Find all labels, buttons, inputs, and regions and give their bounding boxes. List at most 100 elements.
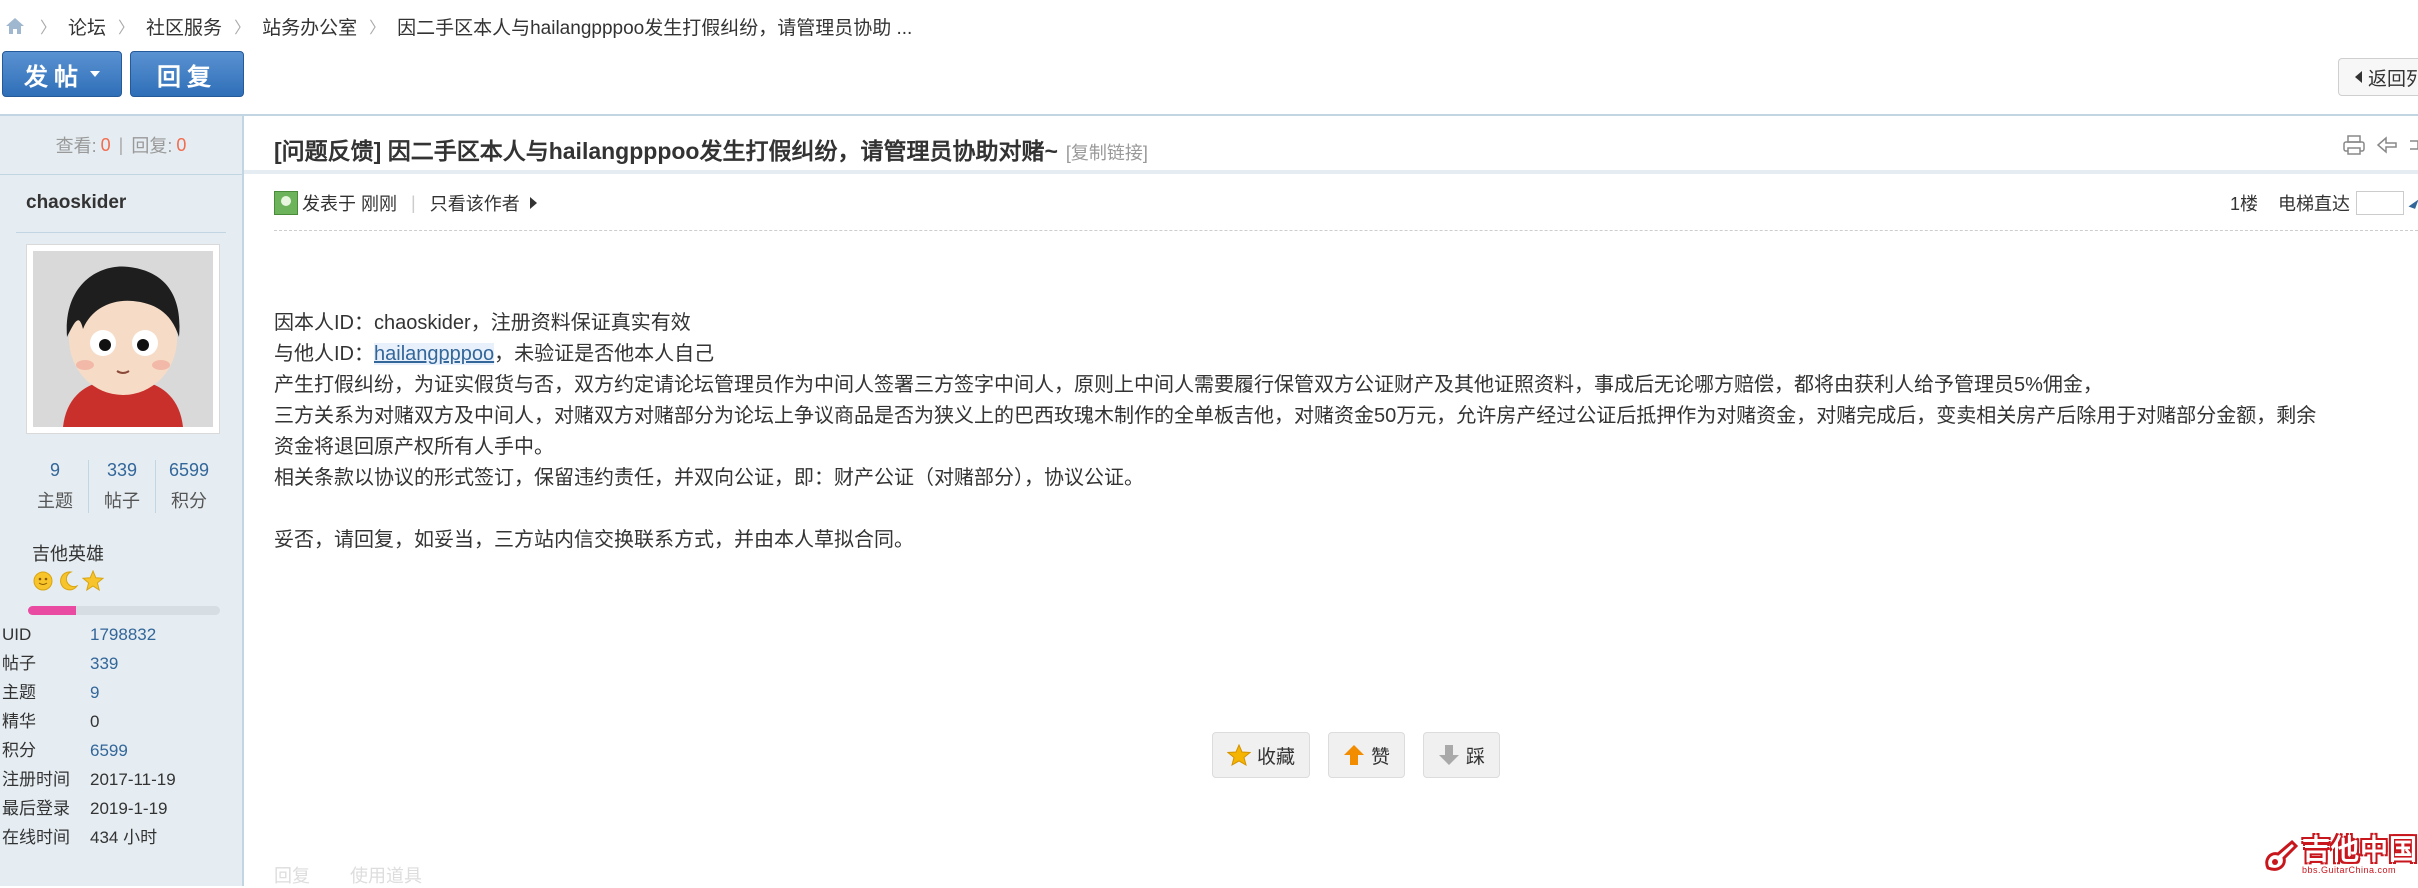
posted-time: 刚刚: [361, 194, 398, 214]
online-user-icon: [274, 191, 298, 215]
user-mention-link[interactable]: hailangpppoo: [374, 343, 495, 365]
breadcrumb-item-community[interactable]: 社区服务: [146, 13, 222, 40]
level-progress-bar: [28, 606, 220, 615]
meta-divider: [274, 230, 2418, 231]
info-row-uid: UID 1798832: [2, 620, 176, 649]
content-line: 资金将退回原产权所有人手中。: [274, 436, 554, 458]
content-line: 三方关系为对赌双方及中间人，对赌双方对赌部分为论坛上争议商品是否为狭义上的巴西玫…: [274, 405, 2317, 427]
content-gap: [274, 494, 2316, 525]
count-credits-label: 积分: [171, 491, 207, 511]
count-topics-value: 9: [49, 460, 60, 480]
meta-separator: |: [411, 192, 416, 213]
breadcrumb-item-office[interactable]: 站务办公室: [262, 13, 357, 40]
count-credits[interactable]: 6599 积分: [155, 460, 222, 513]
info-key: 精华: [2, 712, 36, 731]
dislike-label: 踩: [1466, 746, 1486, 768]
next-thread-icon[interactable]: [2408, 135, 2418, 155]
faded-reply[interactable]: 回复: [274, 862, 310, 888]
count-topics[interactable]: 9 主题: [22, 460, 88, 513]
post-actions: 收藏 赞 踩: [1212, 732, 1501, 778]
back-button[interactable]: 返回列: [2338, 58, 2418, 96]
post-meta: 发表于 刚刚 | 只看该作者: [274, 190, 537, 216]
thread-stats: 查看: 0 | 回复: 0: [0, 116, 242, 175]
faded-post-footer: 回复 使用道具: [274, 862, 422, 888]
copy-link-button[interactable]: [复制链接]: [1066, 143, 1148, 163]
reply-button[interactable]: 回复: [130, 51, 244, 97]
info-value[interactable]: 6599: [90, 736, 128, 765]
post-top-divider: [0, 114, 2418, 116]
views-label: 查看:: [55, 136, 97, 156]
info-row-topics: 主题 9: [2, 678, 176, 707]
info-row-credits: 积分 6599: [2, 736, 176, 765]
only-author-link[interactable]: 只看该作者: [430, 190, 520, 216]
info-value[interactable]: 1798832: [90, 620, 156, 649]
post-title: [问题反馈] 因二手区本人与hailangpppoo发生打假纠纷，请管理员协助对…: [274, 132, 1148, 166]
like-label: 赞: [1371, 746, 1391, 768]
favorite-button[interactable]: 收藏: [1212, 732, 1311, 778]
home-icon[interactable]: [2, 13, 28, 39]
user-rank-icons: [32, 570, 104, 592]
info-row-online-time: 在线时间 434 小时: [2, 823, 176, 852]
author-counts: 9 主题 339 帖子 6599 积分: [22, 460, 222, 513]
jump-go-icon[interactable]: [2408, 197, 2418, 209]
username-divider: [16, 232, 226, 233]
info-value[interactable]: 339: [90, 649, 118, 678]
replies-count: 0: [176, 134, 187, 155]
count-posts-label: 帖子: [104, 491, 140, 511]
count-topics-label: 主题: [37, 491, 73, 511]
breadcrumb-separator: 〉: [118, 20, 135, 37]
floor-jump-input[interactable]: [2356, 191, 2405, 215]
back-label: 返回列: [2368, 68, 2418, 90]
posted-prefix: 发表于: [302, 194, 356, 214]
favorite-label: 收藏: [1257, 746, 1296, 768]
count-credits-value: 6599: [168, 460, 210, 480]
user-group[interactable]: 吉他英雄: [32, 540, 104, 566]
breadcrumb: 〉 论坛 〉 社区服务 〉 站务办公室 〉 因二手区本人与hailangpppo…: [0, 12, 912, 40]
site-watermark: 吉他中国 bbs.GuitarChina.com: [2262, 836, 2418, 875]
star-icon: [1227, 744, 1251, 766]
breadcrumb-separator: 〉: [369, 20, 386, 37]
author-sidebar: 查看: 0 | 回复: 0 chaoskider 9 主题 339 帖子 659…: [0, 116, 242, 886]
faded-tools[interactable]: 使用道具: [350, 862, 422, 888]
like-button[interactable]: 赞: [1328, 732, 1406, 778]
avatar-image: [33, 251, 213, 427]
info-value: 434 小时: [90, 828, 158, 847]
info-value: 2017-11-19: [90, 770, 176, 789]
print-icon[interactable]: [2342, 134, 2366, 156]
breadcrumb-item-current[interactable]: 因二手区本人与hailangpppoo发生打假纠纷，请管理员协助 ...: [397, 13, 912, 40]
breadcrumb-item-forum[interactable]: 论坛: [68, 13, 106, 40]
previous-thread-icon[interactable]: [2376, 135, 2398, 155]
info-row-digest: 精华 0: [2, 707, 176, 736]
title-tools: [2342, 134, 2418, 156]
info-value: 0: [90, 712, 100, 731]
breadcrumb-separator: 〉: [40, 20, 57, 37]
info-key: 在线时间: [2, 828, 70, 847]
dislike-button[interactable]: 踩: [1423, 732, 1501, 778]
chevron-down-icon: [90, 71, 100, 77]
play-arrow-icon: [529, 197, 537, 209]
guitar-logo-icon: [2265, 839, 2299, 871]
sun-icon: [33, 571, 53, 591]
post-content: 因本人ID：chaoskider，注册资料保证真实有效 与他人ID：hailan…: [274, 308, 2316, 556]
info-value: 2019-1-19: [90, 799, 168, 818]
content-line: 妥否，请回复，如妥当，三方站内信交换联系方式，并由本人草拟合同。: [274, 529, 914, 551]
floor-number: 1楼: [2230, 194, 2259, 214]
star-icon: [82, 570, 104, 592]
watermark-name: 吉他中国: [2302, 834, 2418, 865]
new-post-button[interactable]: 发帖: [2, 51, 122, 97]
info-key: 注册时间: [2, 770, 70, 789]
content-line: 相关条款以协议的形式签订，保留违约责任，并双向公证，即：财产公证（对赌部分），协…: [274, 467, 1144, 489]
author-username[interactable]: chaoskider: [26, 192, 126, 214]
count-posts-value: 339: [106, 460, 138, 480]
avatar[interactable]: [26, 244, 220, 434]
info-key: UID: [2, 625, 32, 644]
count-posts[interactable]: 339 帖子: [88, 460, 155, 513]
level-progress-fill: [28, 606, 76, 615]
info-key: 最后登录: [2, 799, 70, 818]
info-key: 主题: [2, 683, 36, 702]
floor-bar: 1楼 电梯直达: [2230, 190, 2418, 216]
breadcrumb-separator: 〉: [234, 20, 251, 37]
info-value[interactable]: 9: [90, 678, 99, 707]
replies-label: 回复:: [131, 136, 173, 156]
mention-prefix: 与他人ID：: [274, 343, 374, 365]
